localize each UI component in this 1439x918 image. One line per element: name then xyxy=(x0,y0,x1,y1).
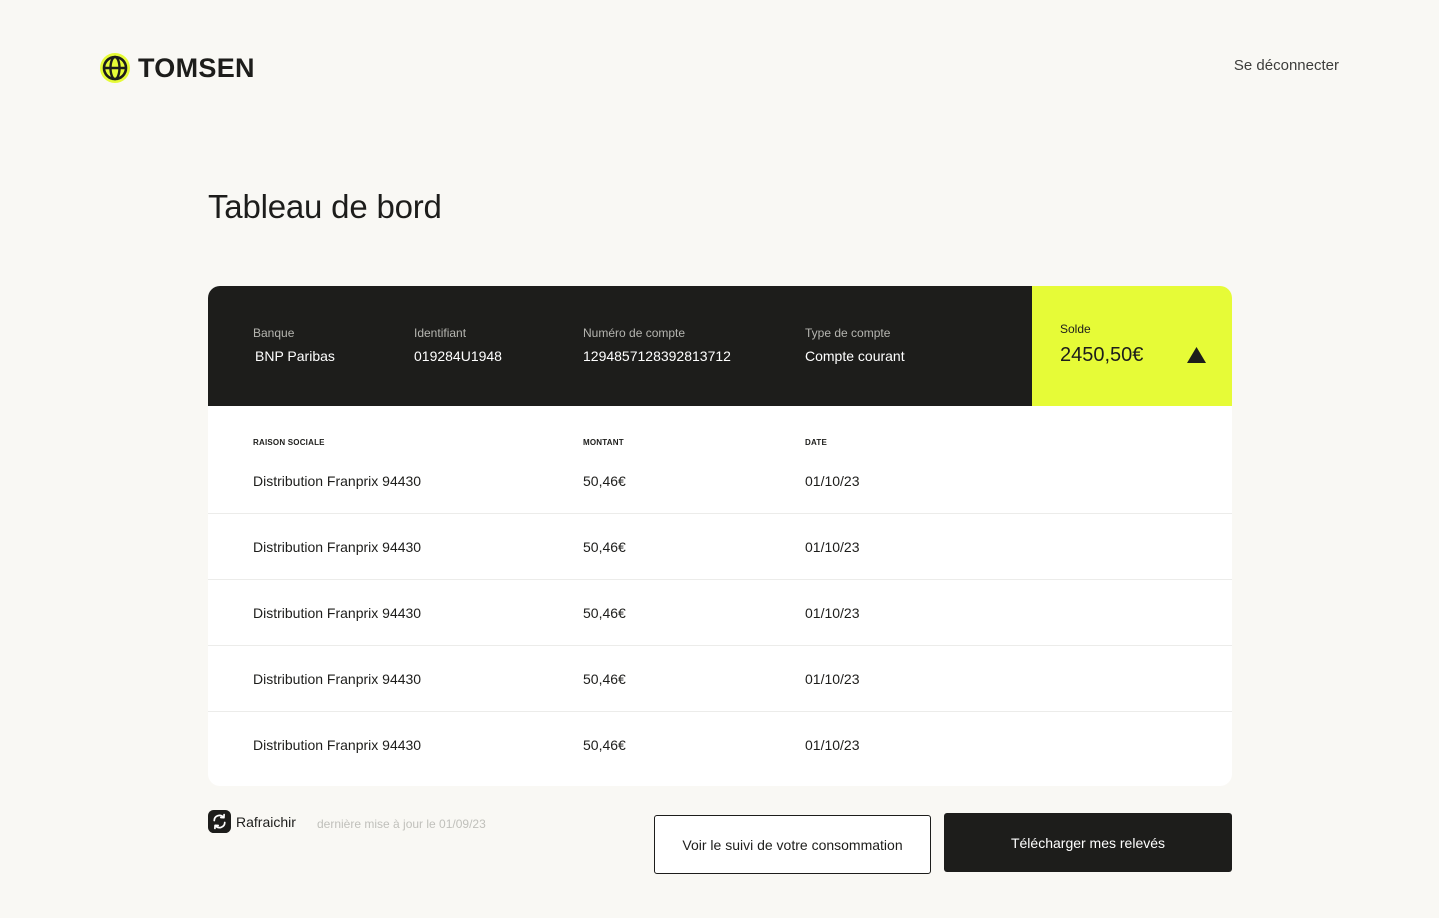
row-amount: 50,46€ xyxy=(583,737,626,753)
row-company: Distribution Franprix 94430 xyxy=(253,737,422,753)
balance-panel: Solde 2450,50€ xyxy=(1032,286,1232,406)
balance-value: 2450,50€ xyxy=(1060,344,1144,366)
bank-field: Banque BNP Paribas xyxy=(253,326,335,364)
row-date: 01/10/23 xyxy=(805,671,860,687)
refresh-button[interactable]: Rafraichir xyxy=(208,810,296,833)
row-amount: 50,46€ xyxy=(583,473,626,489)
identifier-field: Identifiant 019284U1948 xyxy=(414,326,502,364)
account-type-field: Type de compte Compte courant xyxy=(805,326,905,364)
table-row[interactable]: Distribution Franprix 94430 50,46€ 01/10… xyxy=(208,712,1232,778)
row-amount: 50,46€ xyxy=(583,605,626,621)
account-number-field: Numéro de compte 1294857128392813712 xyxy=(583,326,731,364)
logo[interactable]: TOMSEN xyxy=(99,52,255,84)
account-number-value: 1294857128392813712 xyxy=(583,348,731,364)
account-number-label: Numéro de compte xyxy=(583,326,686,340)
table-row[interactable]: Distribution Franprix 94430 50,46€ 01/10… xyxy=(208,646,1232,712)
row-company: Distribution Franprix 94430 xyxy=(253,605,422,621)
refresh-label: Rafraichir xyxy=(236,813,296,830)
row-date: 01/10/23 xyxy=(805,539,860,555)
bank-label: Banque xyxy=(253,326,295,340)
row-company: Distribution Franprix 94430 xyxy=(253,473,422,489)
identifier-value: 019284U1948 xyxy=(414,348,502,364)
row-amount: 50,46€ xyxy=(583,539,626,555)
last-update-text: dernière mise à jour le 01/09/23 xyxy=(317,817,486,831)
page: TOMSEN Se déconnecter Tableau de bord Ba… xyxy=(0,0,1439,918)
account-type-label: Type de compte xyxy=(805,326,891,340)
view-consumption-button[interactable]: Voir le suivi de votre consommation xyxy=(654,815,931,874)
table-row[interactable]: Distribution Franprix 94430 50,46€ 01/10… xyxy=(208,514,1232,580)
row-date: 01/10/23 xyxy=(805,473,860,489)
page-title: Tableau de bord xyxy=(208,188,442,225)
row-amount: 50,46€ xyxy=(583,671,626,687)
row-date: 01/10/23 xyxy=(805,737,860,753)
globe-icon xyxy=(100,53,130,83)
account-info-bar: Banque BNP Paribas Identifiant 019284U19… xyxy=(208,286,1032,406)
table-row[interactable]: Distribution Franprix 94430 50,46€ 01/10… xyxy=(208,448,1232,514)
triangle-up-icon xyxy=(1187,347,1206,363)
balance-label: Solde xyxy=(1060,322,1091,336)
refresh-icon xyxy=(208,810,231,833)
column-header-amount: MONTANT xyxy=(583,438,624,447)
account-card: Banque BNP Paribas Identifiant 019284U19… xyxy=(208,286,1232,786)
download-statements-button[interactable]: Télécharger mes relevés xyxy=(944,813,1232,872)
table-row[interactable]: Distribution Franprix 94430 50,46€ 01/10… xyxy=(208,580,1232,646)
logout-link[interactable]: Se déconnecter xyxy=(1234,57,1339,74)
column-header-company: RAISON SOCIALE xyxy=(253,438,325,447)
identifier-label: Identifiant xyxy=(414,326,467,340)
row-company: Distribution Franprix 94430 xyxy=(253,671,422,687)
column-header-date: DATE xyxy=(805,438,827,447)
row-date: 01/10/23 xyxy=(805,605,860,621)
account-type-value: Compte courant xyxy=(805,348,905,364)
bank-value: BNP Paribas xyxy=(255,348,335,364)
row-company: Distribution Franprix 94430 xyxy=(253,539,422,555)
brand-name: TOMSEN xyxy=(138,52,255,83)
